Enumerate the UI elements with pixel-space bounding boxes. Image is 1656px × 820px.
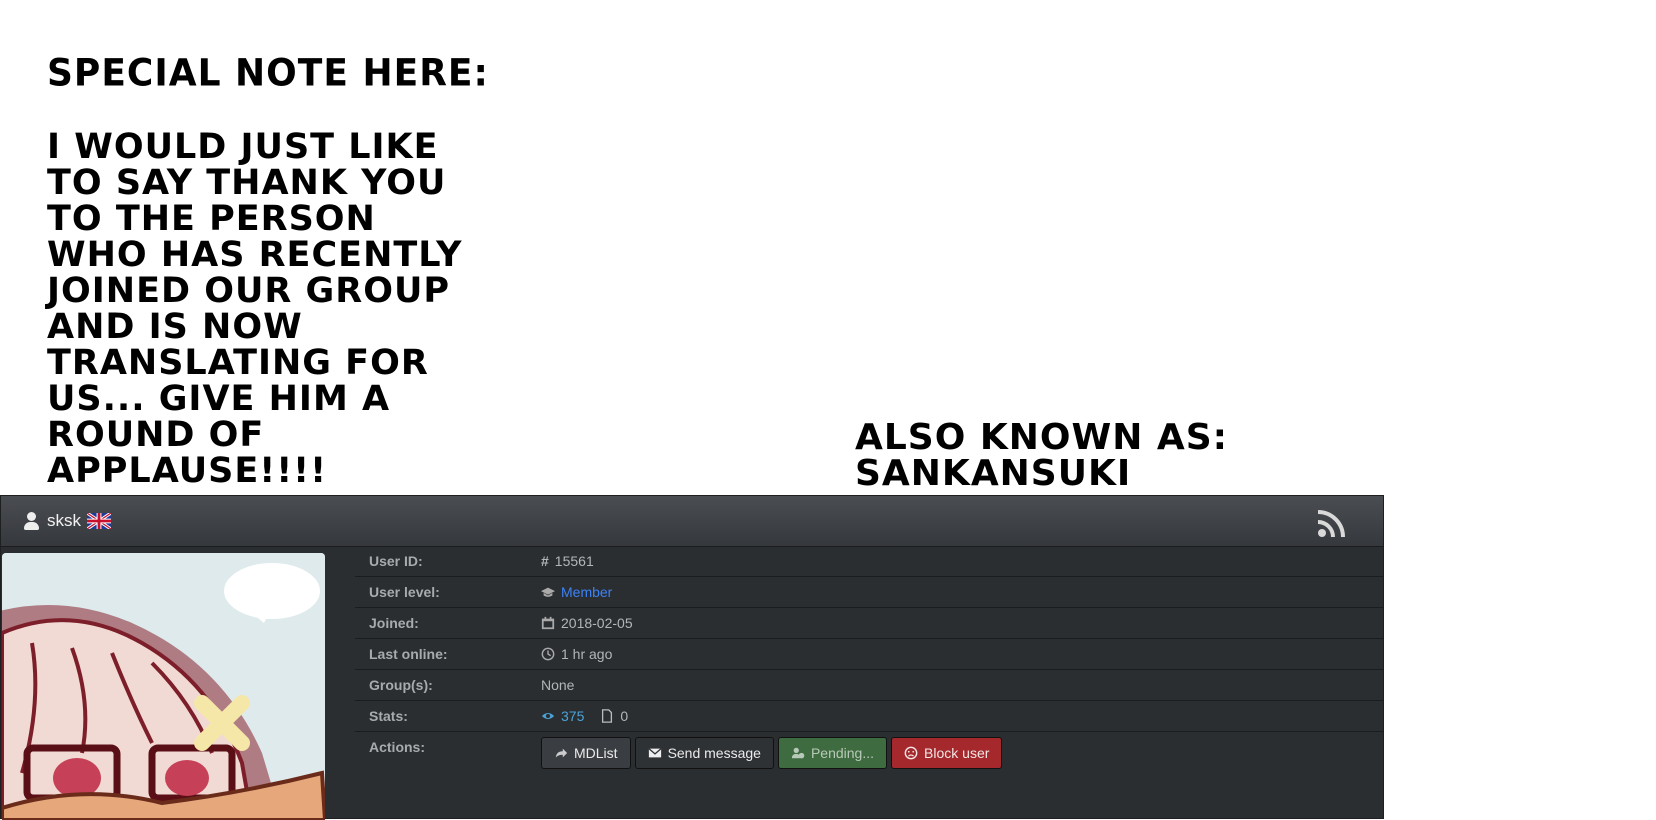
aka-note: Also known as: sankansuki (855, 417, 1229, 494)
last-online-label: Last online: (369, 646, 448, 662)
user-id-value: # 15561 (541, 553, 594, 569)
groups-label: Group(s): (369, 677, 433, 693)
block-user-label: Block user (924, 745, 990, 761)
uploads-count: 0 (620, 708, 629, 724)
row-joined: Joined: 2018-02-05 (355, 608, 1383, 639)
avatar-illustration (2, 553, 325, 820)
calendar-icon (541, 616, 555, 630)
user-id-text: 15561 (554, 553, 594, 569)
views-count: 375 (561, 708, 585, 724)
eye-icon (541, 712, 555, 720)
joined-date: 2018-02-05 (561, 615, 633, 631)
profile-info-table: User ID: # 15561 User level: Member Join… (355, 546, 1383, 792)
send-message-button[interactable]: Send message (634, 737, 774, 769)
stats-value: 375 0 (541, 708, 628, 724)
groups-text: None (541, 677, 575, 693)
stats-label: Stats: (369, 708, 408, 724)
user-clock-icon (791, 747, 805, 759)
user-level-label: User level: (369, 584, 440, 600)
avatar (2, 553, 325, 820)
mdlist-label: MDList (574, 745, 618, 761)
row-user-id: User ID: # 15561 (355, 546, 1383, 577)
graduation-cap-icon (541, 587, 555, 597)
row-stats: Stats: 375 0 (355, 701, 1383, 732)
row-groups: Group(s): None (355, 670, 1383, 701)
username: sksk (47, 511, 81, 530)
user-level-value: Member (541, 584, 612, 600)
last-online-text: 1 hr ago (561, 646, 613, 662)
clock-icon (541, 647, 555, 661)
action-buttons: MDList Send message Pending... Block use… (541, 737, 1003, 769)
last-online-value: 1 hr ago (541, 646, 612, 662)
user-level-link[interactable]: Member (561, 584, 612, 600)
joined-value: 2018-02-05 (541, 615, 633, 631)
block-user-button[interactable]: Block user (891, 737, 1003, 769)
note-title: Special note here: (47, 51, 489, 95)
rss-icon[interactable] (1317, 508, 1347, 538)
user-icon (23, 511, 41, 531)
user-id-label: User ID: (369, 553, 423, 569)
groups-value: None (541, 677, 574, 693)
user-title: sksk (23, 511, 111, 531)
profile-header: sksk (1, 496, 1383, 547)
actions-label: Actions: (369, 739, 425, 755)
file-icon (602, 709, 613, 723)
user-profile-panel: sksk User ID: # 15561 User level: Member… (0, 495, 1384, 820)
envelope-icon (648, 748, 662, 758)
uk-flag-icon (87, 513, 111, 529)
pending-label: Pending... (810, 745, 875, 761)
row-actions: Actions: MDList Send message Pending... … (355, 732, 1383, 792)
joined-label: Joined: (369, 615, 419, 631)
pending-button[interactable]: Pending... (777, 737, 888, 769)
share-icon (555, 748, 568, 758)
note-body: I would just like to say thank you to th… (47, 127, 463, 491)
row-last-online: Last online: 1 hr ago (355, 639, 1383, 670)
hash-icon: # (541, 553, 549, 569)
mdlist-button[interactable]: MDList (541, 737, 631, 769)
send-message-label: Send message (667, 745, 761, 761)
row-user-level: User level: Member (355, 577, 1383, 608)
sad-face-icon (904, 746, 918, 760)
